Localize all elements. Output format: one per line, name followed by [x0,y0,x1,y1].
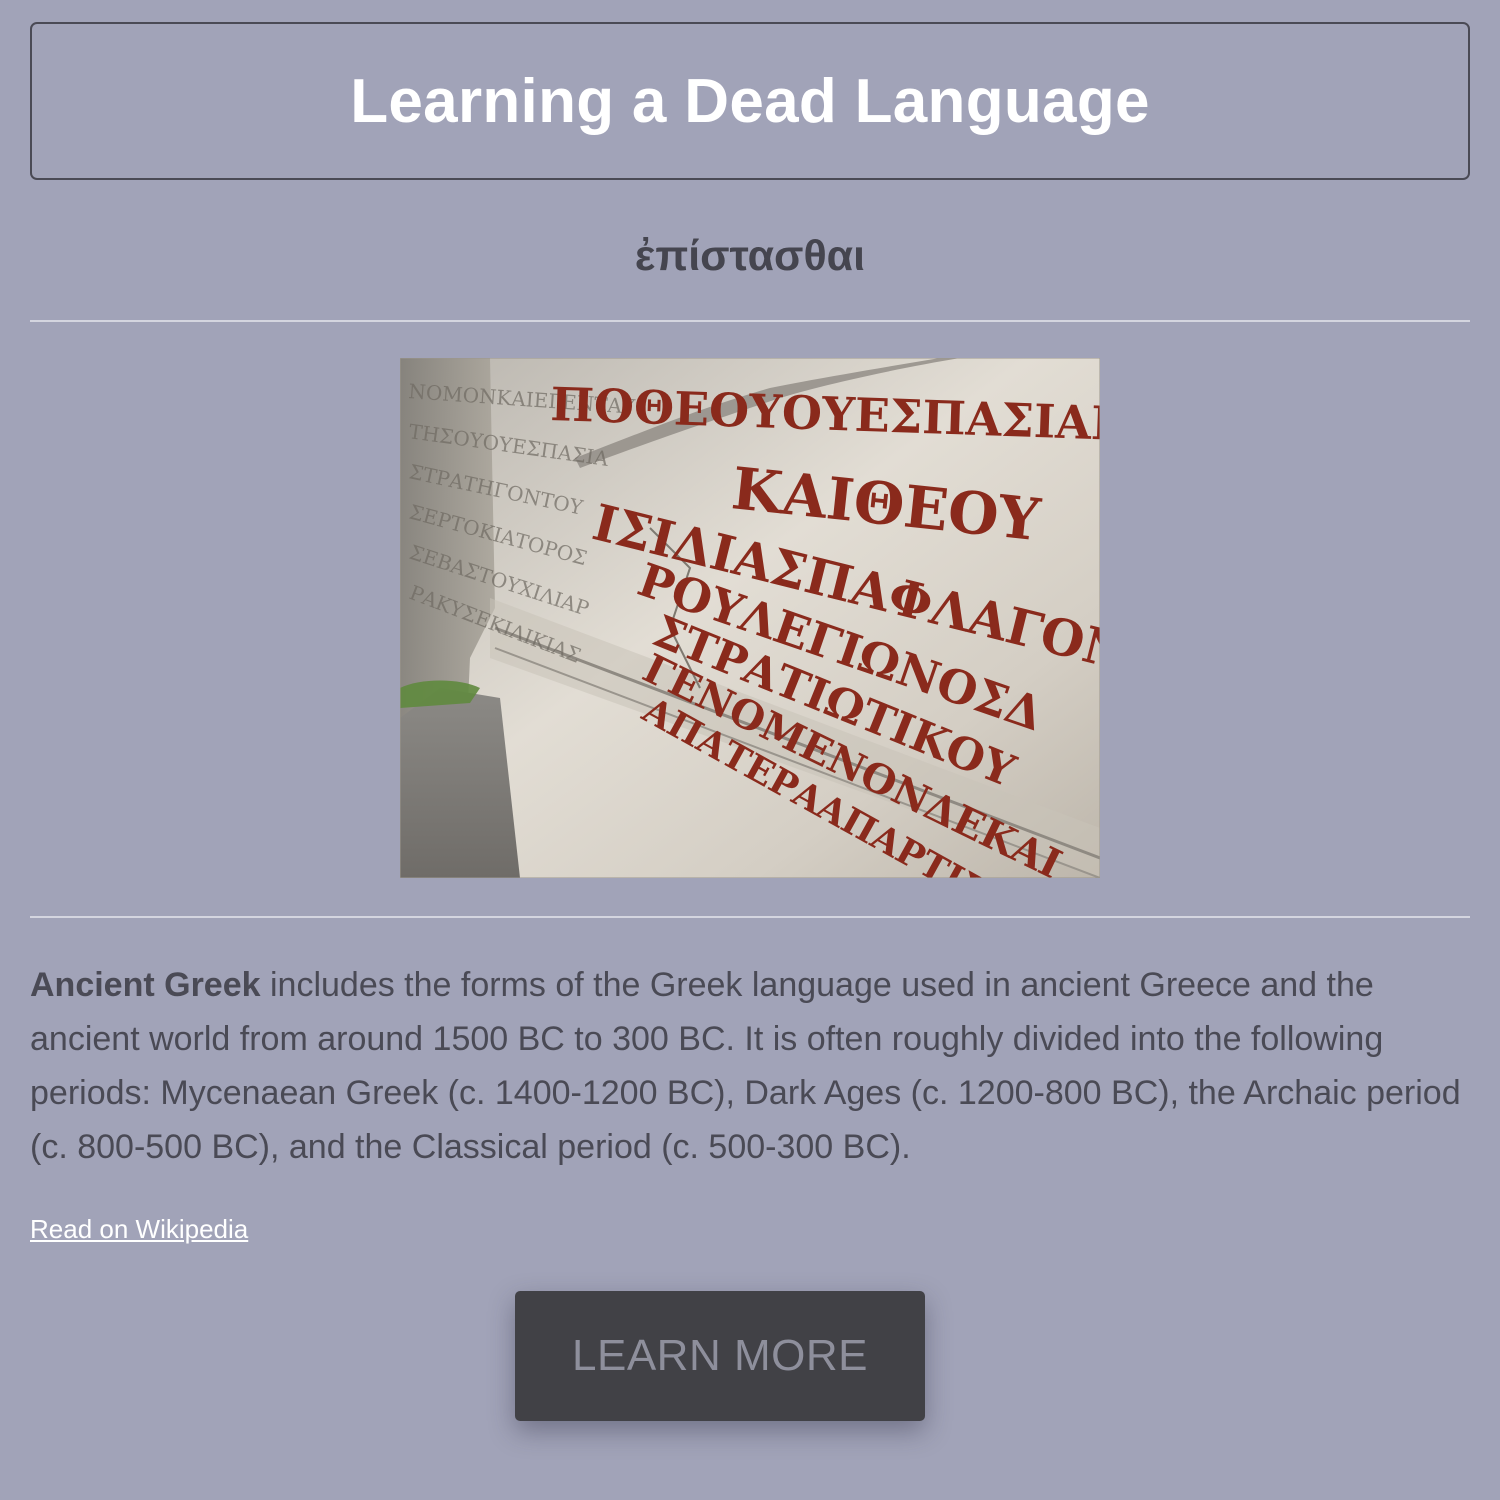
greek-word-heading: ἐπίστασθαι [634,232,866,280]
divider-bottom [30,916,1470,918]
page-title: Learning a Dead Language [350,66,1150,136]
wikipedia-link[interactable]: Read on Wikipedia [30,1214,248,1245]
greek-inscription-image: ΝΟΜΟΝΚΑΙΕΓΕΝΤΑΥ ΤΗΣΟΥΟΥΕΣΠΑΣΙΑ ΣΤΡΑΤΗΓΟΝ… [400,358,1100,878]
description-paragraph: Ancient Greek includes the forms of the … [30,958,1470,1174]
title-banner: Learning a Dead Language [30,22,1470,180]
divider-top [30,320,1470,322]
image-container: ΝΟΜΟΝΚΑΙΕΓΕΝΤΑΥ ΤΗΣΟΥΟΥΕΣΠΑΣΙΑ ΣΤΡΑΤΗΓΟΝ… [30,358,1470,878]
description-term: Ancient Greek [30,966,261,1004]
page: Learning a Dead Language ἐπίστασθαι ΝΟΜΟ… [30,22,1470,1421]
learn-more-button[interactable]: LEARN MORE [515,1291,925,1421]
cta-row: LEARN MORE [30,1291,1470,1421]
